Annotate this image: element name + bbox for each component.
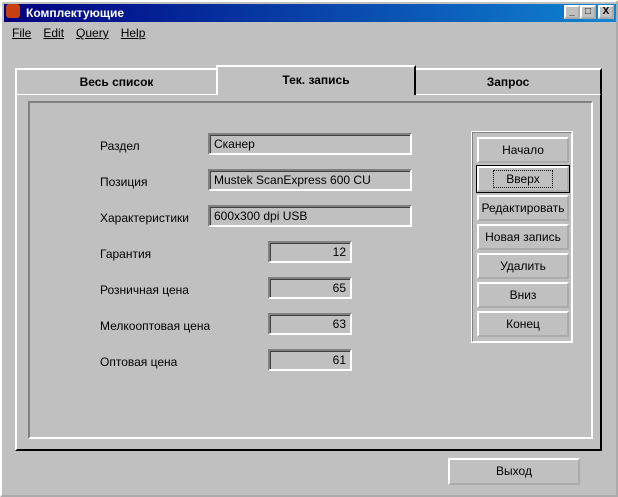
- small-wholesale-price-label: Мелкооптовая цена: [100, 319, 211, 333]
- section-field[interactable]: Сканер: [208, 133, 412, 155]
- window-title: Комплектующие: [26, 6, 125, 20]
- wholesale-price-label: Оптовая цена: [100, 355, 178, 369]
- tab-full-list[interactable]: Весь список: [15, 68, 218, 94]
- specs-label: Характеристики: [100, 211, 189, 225]
- app-icon: [6, 4, 20, 18]
- edit-button[interactable]: Редактировать: [477, 195, 569, 221]
- warranty-label: Гарантия: [100, 247, 152, 261]
- retail-price-field[interactable]: 65: [268, 277, 352, 299]
- warranty-field[interactable]: 12: [268, 241, 352, 263]
- last-button[interactable]: Конец: [477, 311, 569, 337]
- tab-query[interactable]: Запрос: [414, 68, 602, 94]
- position-label: Позиция: [100, 175, 148, 189]
- close-button[interactable]: X: [598, 5, 614, 19]
- retail-price-label: Розничная цена: [100, 283, 189, 297]
- position-field[interactable]: Mustek ScanExpress 600 CU: [208, 169, 412, 191]
- menu-bar: File Edit Query Help: [12, 26, 145, 40]
- menu-file[interactable]: File: [12, 26, 31, 40]
- title-bar: Комплектующие: [4, 4, 616, 22]
- wholesale-price-field[interactable]: 61: [268, 349, 352, 371]
- exit-button[interactable]: Выход: [448, 458, 580, 485]
- up-button[interactable]: Вверх: [476, 165, 570, 193]
- new-record-button[interactable]: Новая запись: [477, 224, 569, 250]
- minimize-button[interactable]: _: [564, 5, 580, 19]
- down-button[interactable]: Вниз: [477, 282, 569, 308]
- up-button-label: Вверх: [493, 170, 553, 188]
- small-wholesale-price-field[interactable]: 63: [268, 313, 352, 335]
- first-button[interactable]: Начало: [477, 137, 569, 163]
- specs-field[interactable]: 600x300 dpi USB: [208, 205, 412, 227]
- tab-current-record[interactable]: Тек. запись: [216, 65, 416, 95]
- section-label: Раздел: [100, 139, 140, 153]
- delete-button[interactable]: Удалить: [477, 253, 569, 279]
- maximize-button[interactable]: □: [580, 5, 596, 19]
- menu-help[interactable]: Help: [121, 26, 146, 40]
- menu-query[interactable]: Query: [76, 26, 109, 40]
- menu-edit[interactable]: Edit: [43, 26, 64, 40]
